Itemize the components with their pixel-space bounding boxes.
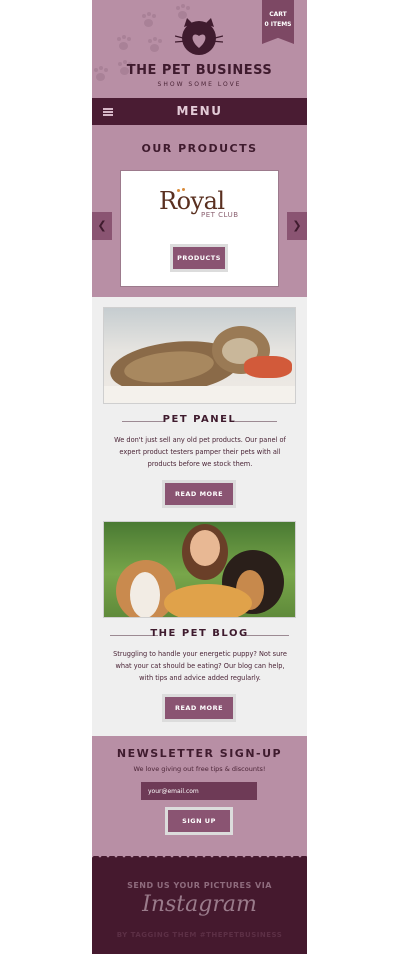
instagram-callout: SEND US YOUR PICTURES VIA: [127, 881, 272, 890]
carousel-next-button[interactable]: ❯: [287, 212, 307, 240]
cart-label: CART: [269, 11, 287, 18]
mobile-page: THE PET BUSINESS SHOW SOME LOVE CART 0 I…: [92, 0, 307, 954]
pet-blog-read-more-button[interactable]: READ MORE: [162, 694, 236, 722]
instagram-hashtag: BY TAGGING THEM #THEPETBUSINESS: [116, 931, 283, 939]
cart-count: 0 ITEMS: [264, 21, 292, 28]
pet-panel-read-more-button[interactable]: READ MORE: [162, 480, 236, 508]
site-title[interactable]: THE PET BUSINESS: [92, 63, 307, 78]
zigzag-divider: [92, 853, 307, 860]
instagram-logo[interactable]: Instagram: [92, 892, 307, 917]
carousel-prev-button[interactable]: ❮: [92, 212, 112, 240]
instagram-footer: SEND US YOUR PICTURES VIA Instagram BY T…: [92, 856, 307, 954]
sleeping-cat-image: [103, 307, 296, 404]
products-button[interactable]: PRODUCTS: [170, 244, 228, 272]
products-title: OUR PRODUCTS: [141, 142, 258, 155]
sign-up-button[interactable]: SIGN UP: [165, 807, 233, 835]
pet-blog-text: Struggling to handle your energetic pupp…: [113, 650, 287, 682]
menu-label[interactable]: MENU: [92, 104, 307, 118]
royal-brand-sub: PET CLUB: [201, 211, 239, 219]
newsletter-title: NEWSLETTER SIGN-UP: [116, 747, 283, 760]
email-field[interactable]: [141, 782, 257, 800]
pet-panel-title: PET PANEL: [162, 414, 237, 425]
site-header: THE PET BUSINESS SHOW SOME LOVE CART 0 I…: [92, 0, 307, 98]
pet-panel-text: We don't just sell any old pet products.…: [114, 436, 286, 468]
site-tagline: SHOW SOME LOVE: [157, 81, 242, 88]
product-card: Royal PET CLUB PRODUCTS: [120, 170, 279, 287]
pet-panel-heading: PET PANEL: [92, 414, 307, 428]
menu-bar[interactable]: MENU: [92, 98, 307, 125]
newsletter-subtitle: We love giving out free tips & discounts…: [133, 765, 266, 773]
cat-heart-logo-icon[interactable]: [175, 16, 223, 58]
pet-blog-heading: THE PET BLOG: [92, 628, 307, 642]
pet-blog-title: THE PET BLOG: [150, 628, 249, 639]
cart-ribbon[interactable]: CART 0 ITEMS: [262, 0, 294, 44]
products-section: OUR PRODUCTS ❮ Royal PET CLUB PRODUCTS ❯: [92, 125, 307, 297]
woman-with-dogs-image: [103, 521, 296, 618]
newsletter-section: NEWSLETTER SIGN-UP We love giving out fr…: [92, 736, 307, 856]
paw-dot-icon: [177, 189, 180, 192]
paw-dot-icon: [182, 188, 185, 191]
